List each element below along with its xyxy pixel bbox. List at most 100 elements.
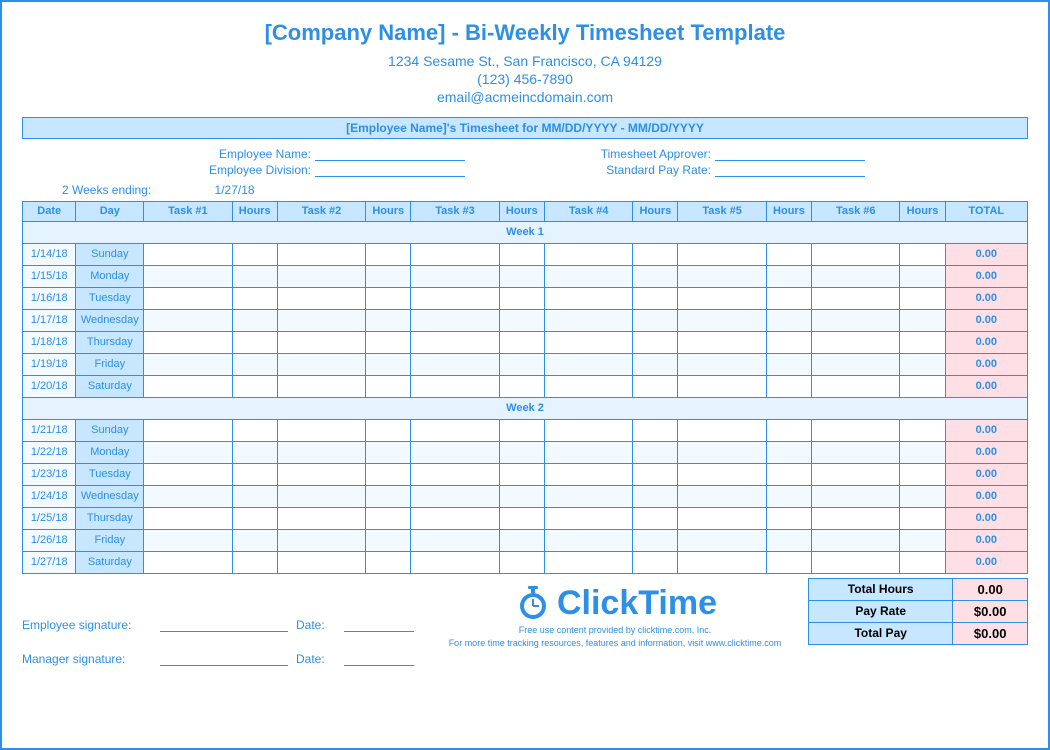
hours-cell[interactable]: [633, 463, 678, 485]
task-cell[interactable]: [277, 287, 365, 309]
hours-cell[interactable]: [232, 551, 277, 573]
hours-cell[interactable]: [766, 309, 811, 331]
hours-cell[interactable]: [499, 287, 544, 309]
task-cell[interactable]: [277, 419, 365, 441]
manager-sign-date-line[interactable]: [344, 665, 414, 666]
hours-cell[interactable]: [633, 375, 678, 397]
task-cell[interactable]: [411, 287, 499, 309]
manager-signature-line[interactable]: [160, 665, 288, 666]
hours-cell[interactable]: [366, 353, 411, 375]
hours-cell[interactable]: [766, 463, 811, 485]
hours-cell[interactable]: [633, 507, 678, 529]
task-cell[interactable]: [144, 529, 232, 551]
hours-cell[interactable]: [766, 551, 811, 573]
task-cell[interactable]: [411, 375, 499, 397]
hours-cell[interactable]: [900, 463, 945, 485]
task-cell[interactable]: [411, 265, 499, 287]
task-cell[interactable]: [411, 331, 499, 353]
hours-cell[interactable]: [766, 375, 811, 397]
hours-cell[interactable]: [633, 265, 678, 287]
task-cell[interactable]: [277, 375, 365, 397]
hours-cell[interactable]: [499, 507, 544, 529]
task-cell[interactable]: [544, 353, 632, 375]
task-cell[interactable]: [277, 507, 365, 529]
hours-cell[interactable]: [633, 331, 678, 353]
task-cell[interactable]: [277, 529, 365, 551]
hours-cell[interactable]: [633, 287, 678, 309]
hours-cell[interactable]: [232, 265, 277, 287]
task-cell[interactable]: [277, 331, 365, 353]
hours-cell[interactable]: [766, 485, 811, 507]
task-cell[interactable]: [544, 507, 632, 529]
task-cell[interactable]: [277, 551, 365, 573]
task-cell[interactable]: [544, 529, 632, 551]
hours-cell[interactable]: [232, 507, 277, 529]
task-cell[interactable]: [411, 419, 499, 441]
hours-cell[interactable]: [766, 331, 811, 353]
hours-cell[interactable]: [232, 441, 277, 463]
task-cell[interactable]: [678, 463, 766, 485]
hours-cell[interactable]: [633, 529, 678, 551]
hours-cell[interactable]: [232, 243, 277, 265]
hours-cell[interactable]: [366, 287, 411, 309]
hours-cell[interactable]: [900, 265, 945, 287]
hours-cell[interactable]: [499, 331, 544, 353]
task-cell[interactable]: [144, 265, 232, 287]
hours-cell[interactable]: [766, 265, 811, 287]
task-cell[interactable]: [144, 353, 232, 375]
task-cell[interactable]: [544, 419, 632, 441]
task-cell[interactable]: [812, 375, 900, 397]
task-cell[interactable]: [277, 485, 365, 507]
hours-cell[interactable]: [900, 353, 945, 375]
task-cell[interactable]: [144, 287, 232, 309]
hours-cell[interactable]: [633, 485, 678, 507]
task-cell[interactable]: [411, 463, 499, 485]
task-cell[interactable]: [544, 243, 632, 265]
hours-cell[interactable]: [366, 463, 411, 485]
task-cell[interactable]: [678, 551, 766, 573]
task-cell[interactable]: [544, 265, 632, 287]
task-cell[interactable]: [144, 507, 232, 529]
task-cell[interactable]: [812, 309, 900, 331]
hours-cell[interactable]: [633, 441, 678, 463]
task-cell[interactable]: [678, 441, 766, 463]
task-cell[interactable]: [812, 507, 900, 529]
task-cell[interactable]: [678, 243, 766, 265]
hours-cell[interactable]: [232, 463, 277, 485]
task-cell[interactable]: [678, 265, 766, 287]
task-cell[interactable]: [544, 551, 632, 573]
task-cell[interactable]: [812, 551, 900, 573]
task-cell[interactable]: [144, 463, 232, 485]
hours-cell[interactable]: [366, 331, 411, 353]
hours-cell[interactable]: [499, 375, 544, 397]
hours-cell[interactable]: [900, 243, 945, 265]
task-cell[interactable]: [144, 375, 232, 397]
hours-cell[interactable]: [366, 485, 411, 507]
hours-cell[interactable]: [900, 485, 945, 507]
approver-field[interactable]: [715, 147, 865, 161]
hours-cell[interactable]: [633, 353, 678, 375]
task-cell[interactable]: [678, 353, 766, 375]
task-cell[interactable]: [277, 353, 365, 375]
hours-cell[interactable]: [499, 551, 544, 573]
task-cell[interactable]: [544, 309, 632, 331]
hours-cell[interactable]: [366, 551, 411, 573]
hours-cell[interactable]: [366, 375, 411, 397]
task-cell[interactable]: [678, 331, 766, 353]
hours-cell[interactable]: [900, 375, 945, 397]
task-cell[interactable]: [411, 485, 499, 507]
hours-cell[interactable]: [766, 529, 811, 551]
task-cell[interactable]: [544, 287, 632, 309]
hours-cell[interactable]: [766, 353, 811, 375]
task-cell[interactable]: [678, 375, 766, 397]
hours-cell[interactable]: [900, 529, 945, 551]
hours-cell[interactable]: [366, 243, 411, 265]
task-cell[interactable]: [144, 441, 232, 463]
hours-cell[interactable]: [900, 551, 945, 573]
hours-cell[interactable]: [499, 243, 544, 265]
hours-cell[interactable]: [366, 309, 411, 331]
task-cell[interactable]: [144, 485, 232, 507]
hours-cell[interactable]: [366, 441, 411, 463]
task-cell[interactable]: [411, 507, 499, 529]
hours-cell[interactable]: [633, 419, 678, 441]
